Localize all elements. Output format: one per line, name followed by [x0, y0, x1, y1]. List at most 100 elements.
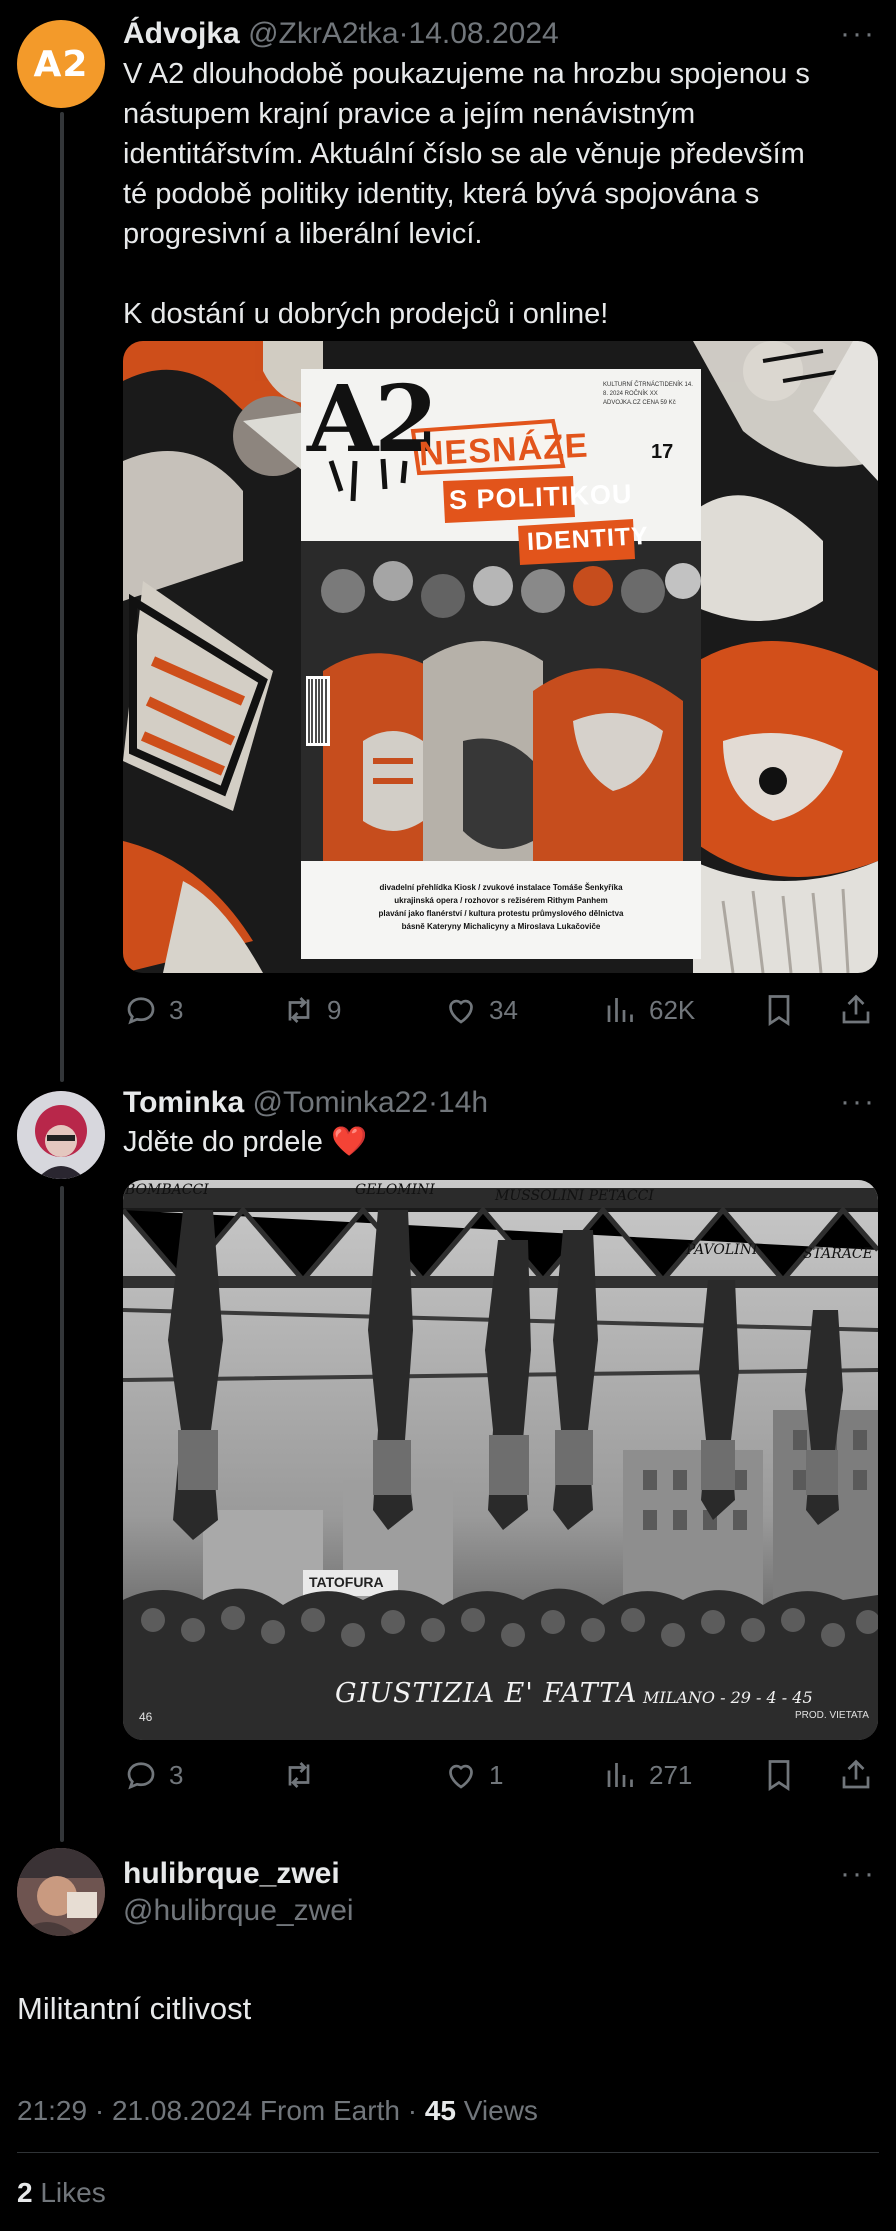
tweet2-text: Jděte do prdele ❤️ — [123, 1122, 367, 1162]
photo-label: GELOMINI — [355, 1182, 435, 1198]
author-handle[interactable]: @Tominka22 — [252, 1086, 428, 1119]
views-count: 45 — [424, 2095, 456, 2126]
photo-fine-print: PROD. VIETATA — [795, 1710, 869, 1721]
cover-footer: divadelní přehlídka Kiosk / zvukové inst… — [309, 881, 693, 933]
repost-button[interactable]: 9 — [281, 988, 341, 1032]
views-chart-icon — [607, 1763, 633, 1787]
share-icon — [842, 994, 870, 1024]
author-name[interactable]: hulibrque_zwei — [123, 1857, 340, 1890]
more-options-icon[interactable]: ··· — [840, 19, 876, 49]
tweet3-handle: @hulibrque_zwei — [123, 1893, 354, 1929]
photo-label: BOMBACCI — [125, 1182, 209, 1198]
like-button[interactable]: 1 — [443, 1753, 503, 1797]
reply-button[interactable]: 3 — [123, 988, 183, 1032]
view-count: 271 — [649, 1759, 693, 1790]
bookmark-button[interactable] — [761, 1753, 797, 1797]
avatar-tominka[interactable] — [17, 1091, 105, 1179]
like-button[interactable]: 34 — [443, 988, 518, 1032]
author-name[interactable]: Ádvojka — [123, 17, 240, 50]
text-line: V A2 dlouhodobě poukazujeme na hrozbu sp… — [123, 58, 810, 90]
reply-count: 3 — [169, 1759, 184, 1790]
photo-caption: GIUSTIZIA E' FATTA — [335, 1678, 638, 1709]
bookmark-button[interactable] — [761, 988, 797, 1032]
share-button[interactable] — [838, 988, 874, 1032]
photo-label: STARACE — [803, 1246, 873, 1262]
separator: · — [398, 17, 409, 50]
post-time[interactable]: 14h — [438, 1086, 488, 1119]
cover-logo: A2 — [307, 365, 438, 473]
tweet2-actions: 3 1 271 — [123, 1753, 883, 1797]
author-handle[interactable]: @ZkrA2tka — [248, 17, 398, 50]
text-line: nástupem krajní pravice a jejím nenávist… — [123, 98, 696, 130]
views-chart-icon — [607, 998, 633, 1022]
reply-count: 3 — [169, 994, 184, 1025]
heart-icon — [449, 1764, 473, 1789]
cover-footer-line: ukrajinská opera / rozhovor s režisérem … — [394, 896, 608, 905]
historic-photo-image[interactable]: BOMBACCI GELOMINI MUSSOLINI PETACCI PAVO… — [123, 1180, 878, 1740]
reply-icon — [127, 1762, 155, 1790]
share-button[interactable] — [838, 1753, 874, 1797]
reply-text: Jděte do prdele — [123, 1126, 323, 1158]
cover-footer-line: plavání jako flanérství / kultura protes… — [378, 909, 624, 918]
repost-icon — [288, 1762, 310, 1788]
cover-footer-line: básně Kateryny Michalicyny a Miroslava L… — [401, 922, 601, 931]
repost-count: 9 — [327, 994, 342, 1025]
likes-summary[interactable]: 2 Likes — [17, 2175, 106, 2211]
avatar-logo-text: A2 — [33, 43, 89, 85]
avatar-portrait — [17, 1091, 105, 1179]
tweet3-name: hulibrque_zwei — [123, 1856, 340, 1892]
text-line: K dostání u dobrých prodejců i online! — [123, 298, 609, 330]
text-line: té podobě politiky identity, která bývá … — [123, 178, 760, 210]
thread-line — [60, 112, 64, 1082]
cover-headline-2: S POLITIKOU — [448, 478, 633, 516]
author-name[interactable]: Tominka — [123, 1086, 244, 1119]
heart-icon — [449, 999, 473, 1024]
photo-label: PAVOLINI — [686, 1242, 758, 1258]
text-line — [123, 254, 883, 294]
cover-masthead: KULTURNÍ ČTRNÁCTIDENÍK 14. 8. 2024 ROČNÍ… — [603, 382, 693, 406]
views-button[interactable]: 271 — [603, 1753, 692, 1797]
photo-place-date: MILANO - 29 - 4 - 45 — [643, 1688, 813, 1707]
bookmark-icon — [768, 1760, 790, 1792]
heart-emoji-icon: ❤️ — [331, 1126, 368, 1158]
photo-label: MUSSOLINI PETACCI — [495, 1188, 654, 1204]
post-date[interactable]: 21.08.2024 — [112, 2095, 252, 2126]
divider — [17, 2152, 879, 2153]
post-date[interactable]: 14.08.2024 — [409, 17, 559, 50]
photo-corner-number: 46 — [139, 1710, 153, 1724]
repost-button[interactable] — [281, 1753, 327, 1797]
thread-line — [60, 1186, 64, 1842]
more-options-icon[interactable]: ··· — [840, 1087, 876, 1117]
separator: · — [94, 2095, 105, 2126]
avatar-hulibrque[interactable] — [17, 1848, 105, 1936]
separator: · — [428, 1086, 439, 1119]
separator: · — [407, 2095, 418, 2126]
text-line: progresivní a liberální levicí. — [123, 218, 483, 250]
avatar-advojka[interactable]: A2 — [17, 20, 105, 108]
photo-illustration — [123, 1180, 878, 1740]
bookmark-icon — [768, 995, 790, 1027]
barcode — [306, 676, 330, 746]
issue-number: 17 — [651, 441, 674, 463]
views-button[interactable]: 62K — [603, 988, 695, 1032]
share-icon — [842, 1759, 870, 1789]
like-count: 34 — [489, 994, 518, 1025]
tweet3-meta: 21:29 · 21.08.2024 From Earth · 45 Views — [17, 2093, 538, 2129]
magazine-cover-image[interactable]: A2 KULTURNÍ ČTRNÁCTIDENÍK 14. 8. 2024 RO… — [123, 341, 878, 973]
text-line: identitářstvím. Aktuální číslo se ale vě… — [123, 138, 805, 170]
view-count: 62K — [649, 994, 696, 1025]
photo-sign: TATOFURA — [309, 1574, 384, 1590]
post-time[interactable]: 21:29 — [17, 2095, 87, 2126]
likes-label: Likes — [40, 2177, 106, 2208]
like-count: 1 — [489, 1759, 504, 1790]
tweet2-header: Tominka @Tominka22·14h — [123, 1085, 488, 1121]
tweet3-text: Militantní citlivost — [17, 1991, 252, 2026]
reply-icon — [127, 997, 155, 1025]
tweet1-actions: 3 9 34 62K — [123, 988, 883, 1032]
cover-footer-line: divadelní přehlídka Kiosk / zvukové inst… — [379, 883, 623, 892]
author-handle[interactable]: @hulibrque_zwei — [123, 1894, 354, 1927]
likes-count: 2 — [17, 2177, 33, 2208]
reply-button[interactable]: 3 — [123, 1753, 183, 1797]
avatar-photo — [17, 1848, 105, 1936]
more-options-icon[interactable]: ··· — [840, 1859, 876, 1889]
